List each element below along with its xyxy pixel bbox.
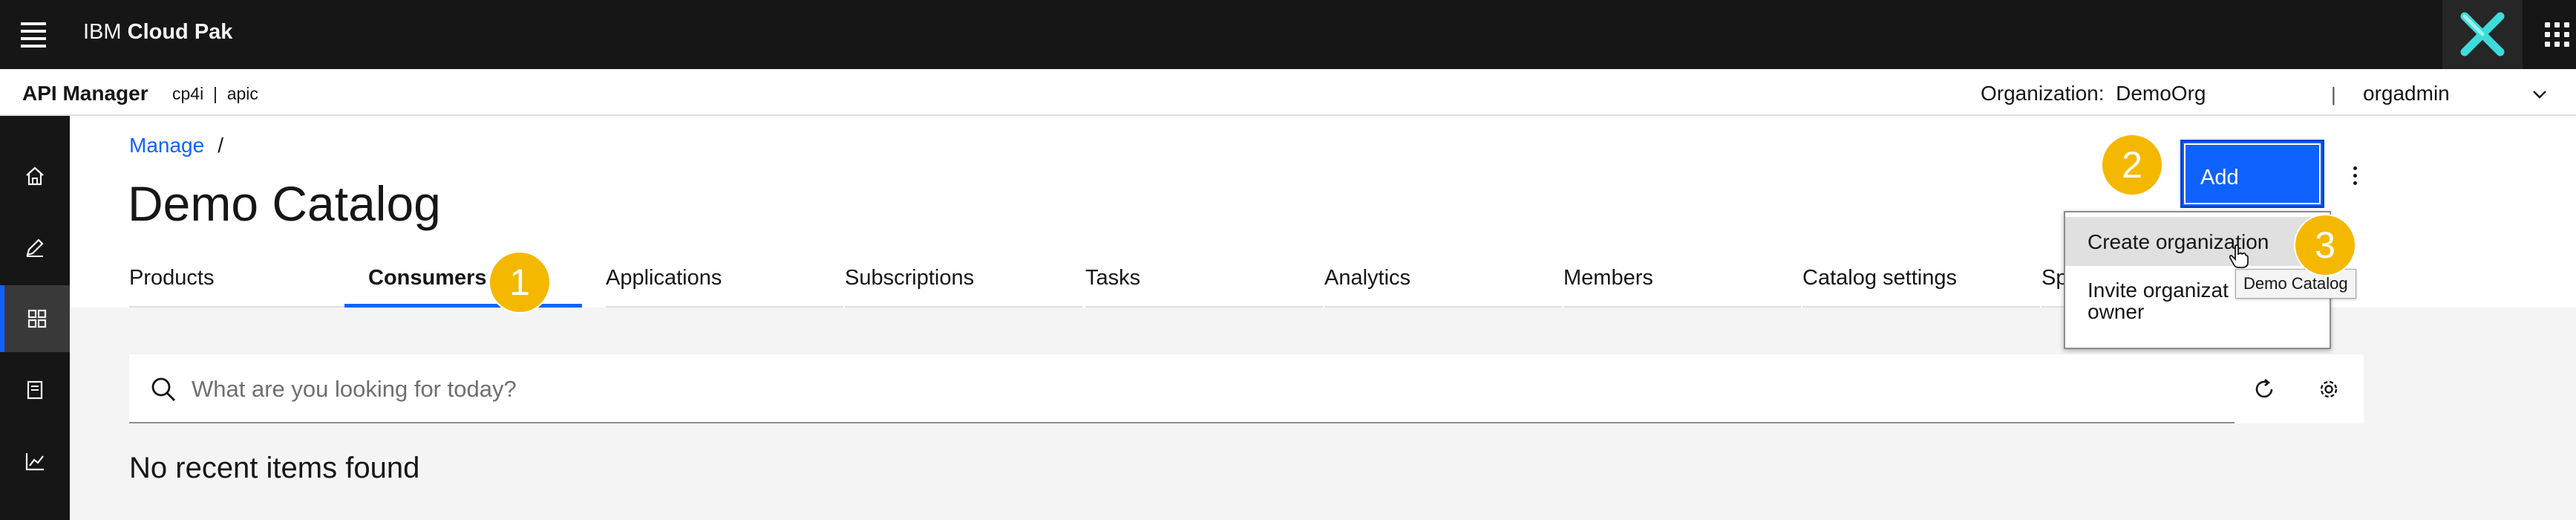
refresh-icon bbox=[2255, 378, 2273, 397]
tab-subscriptions[interactable]: Subscriptions bbox=[845, 261, 1082, 308]
tab-applications[interactable]: Applications bbox=[606, 261, 843, 308]
grid-icon bbox=[27, 309, 47, 328]
overflow-menu-icon[interactable] bbox=[2340, 156, 2370, 195]
breadcrumb-manage-link[interactable]: Manage bbox=[129, 134, 204, 157]
brand-name: Cloud Pak bbox=[127, 20, 233, 44]
tab-catalog-settings[interactable]: Catalog settings bbox=[1802, 261, 2040, 308]
nav-home[interactable] bbox=[0, 143, 70, 209]
app-switcher-logo[interactable] bbox=[2442, 0, 2523, 69]
gear-icon bbox=[2320, 380, 2338, 397]
edit-icon bbox=[26, 238, 44, 257]
chevron-down-icon[interactable] bbox=[2531, 86, 2548, 103]
user-menu[interactable]: orgadmin bbox=[2363, 82, 2450, 105]
refresh-button[interactable] bbox=[2235, 354, 2294, 423]
analytics-icon bbox=[25, 453, 44, 471]
x-logo-icon bbox=[2460, 12, 2505, 56]
organization-label[interactable]: Organization: DemoOrg bbox=[1981, 82, 2206, 105]
tab-products[interactable]: Products bbox=[129, 261, 344, 308]
context-labels: cp4i | apic bbox=[172, 84, 258, 103]
hand-cursor-icon bbox=[2229, 244, 2249, 268]
header-divider: | bbox=[2331, 83, 2336, 105]
hamburger-menu-icon[interactable] bbox=[21, 22, 46, 48]
empty-state-message: No recent items found bbox=[129, 452, 420, 484]
annotation-badge-1: 1 bbox=[488, 251, 551, 313]
add-button[interactable]: Add bbox=[2180, 140, 2324, 208]
search-input[interactable] bbox=[190, 364, 2183, 415]
document-icon bbox=[27, 380, 43, 400]
annotation-badge-2: 2 bbox=[2101, 134, 2163, 196]
left-nav-rail bbox=[0, 116, 70, 520]
nav-develop[interactable] bbox=[0, 214, 70, 281]
annotation-badge-3: 3 bbox=[2294, 214, 2356, 276]
home-icon bbox=[26, 166, 44, 186]
tab-members[interactable]: Members bbox=[1563, 261, 1801, 308]
nav-analytics[interactable] bbox=[0, 428, 70, 495]
tab-analytics[interactable]: Analytics bbox=[1324, 261, 1562, 308]
top-bar bbox=[0, 0, 2576, 69]
search-icon bbox=[151, 377, 176, 402]
app-grid-icon[interactable] bbox=[2545, 22, 2570, 48]
breadcrumb-separator: / bbox=[218, 134, 223, 157]
brand-prefix: IBM bbox=[83, 20, 128, 44]
page-title: Demo Catalog bbox=[128, 176, 441, 231]
nav-resources[interactable] bbox=[0, 357, 70, 423]
menu-item-create-organization[interactable]: Create organization bbox=[2065, 217, 2330, 266]
nav-manage[interactable] bbox=[0, 285, 70, 352]
settings-button[interactable] bbox=[2294, 354, 2364, 423]
tab-tasks[interactable]: Tasks bbox=[1085, 261, 1323, 308]
product-brand[interactable]: IBM Cloud Pak bbox=[83, 20, 232, 45]
app-name: API Manager bbox=[22, 82, 148, 105]
breadcrumb: Manage / bbox=[129, 134, 223, 157]
